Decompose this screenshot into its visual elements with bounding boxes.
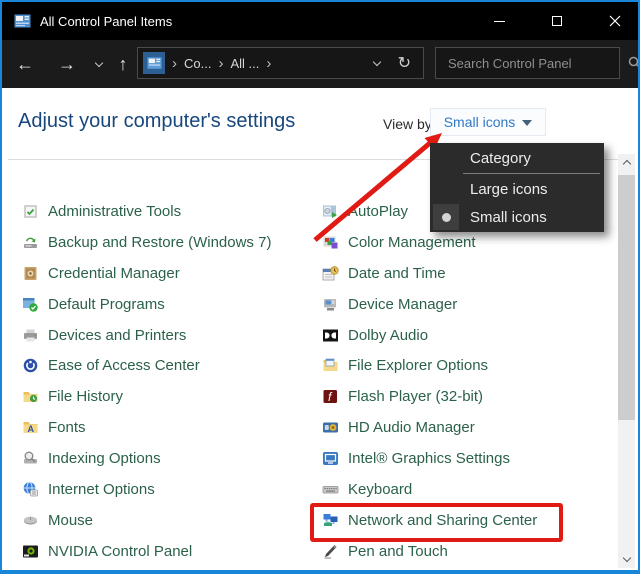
item-nvidia-control-panel[interactable]: NVIDIA Control Panel	[22, 536, 317, 567]
items-column-left: Administrative Tools Backup and Restore …	[22, 196, 317, 567]
administrative-tools-icon	[22, 203, 39, 220]
item-file-history[interactable]: File History	[22, 381, 317, 412]
window-title: All Control Panel Items	[40, 14, 172, 29]
view-by-dropdown[interactable]: Small icons	[430, 108, 546, 136]
maximize-icon	[552, 16, 562, 26]
svg-text:A: A	[28, 424, 35, 434]
forward-icon: →	[58, 54, 76, 75]
navigation-bar: ← → ↑ › Co... › All ... › ↻	[2, 40, 638, 88]
intel-graphics-icon	[322, 450, 339, 467]
search-icon[interactable]	[628, 56, 640, 70]
dolby-audio-icon	[322, 327, 339, 344]
item-indexing-options[interactable]: Indexing Options	[22, 443, 317, 474]
scroll-up-button[interactable]	[618, 154, 635, 171]
mouse-icon	[22, 512, 39, 529]
item-hd-audio-manager[interactable]: HD Audio Manager	[322, 412, 617, 443]
minimize-button[interactable]	[476, 2, 522, 40]
refresh-button[interactable]: ↻	[398, 53, 411, 73]
pen-touch-icon	[322, 543, 339, 560]
credential-manager-icon	[22, 265, 39, 282]
item-ease-of-access[interactable]: Ease of Access Center	[22, 350, 317, 381]
view-by-label: View by:	[383, 116, 436, 132]
control-panel-breadcrumb-icon[interactable]	[143, 52, 165, 74]
item-device-manager[interactable]: Device Manager	[322, 289, 617, 320]
scrollbar-thumb[interactable]	[618, 175, 635, 420]
close-icon	[609, 15, 621, 27]
chevron-down-icon	[95, 58, 103, 66]
item-file-explorer-options[interactable]: File Explorer Options	[322, 350, 617, 381]
file-explorer-options-icon	[322, 357, 339, 374]
menu-item-category[interactable]: Category	[430, 144, 604, 172]
address-bar[interactable]: › Co... › All ... › ↻	[137, 47, 424, 79]
breadcrumb-chevron-icon: ›	[172, 56, 177, 71]
page-title: Adjust your computer's settings	[18, 110, 295, 133]
chevron-down-icon	[622, 554, 630, 562]
breadcrumb-segment-all-items[interactable]: All ...	[230, 56, 259, 71]
menu-item-large-icons[interactable]: Large icons	[430, 175, 604, 203]
autoplay-icon	[322, 203, 339, 220]
hd-audio-manager-icon	[322, 419, 339, 436]
date-time-icon	[322, 265, 339, 282]
nvidia-icon	[22, 543, 39, 560]
window-controls	[464, 2, 638, 40]
internet-options-icon	[22, 481, 39, 498]
item-internet-options[interactable]: Internet Options	[22, 474, 317, 505]
vertical-scrollbar[interactable]	[618, 154, 635, 568]
item-keyboard[interactable]: Keyboard	[322, 474, 617, 505]
close-button[interactable]	[592, 2, 638, 40]
control-panel-icon	[14, 13, 31, 30]
maximize-button[interactable]	[534, 2, 580, 40]
up-button[interactable]: ↑	[110, 40, 136, 88]
titlebar: All Control Panel Items	[2, 2, 638, 40]
fonts-icon: A	[22, 419, 39, 436]
content-area: Adjust your computer's settings View by:…	[2, 88, 638, 570]
back-button[interactable]: ←	[12, 40, 38, 88]
item-dolby-audio[interactable]: Dolby Audio	[322, 320, 617, 351]
item-devices-printers[interactable]: Devices and Printers	[22, 320, 317, 351]
chevron-up-icon	[622, 160, 630, 168]
device-manager-icon	[322, 296, 339, 313]
keyboard-icon	[322, 481, 339, 498]
minimize-icon	[494, 21, 505, 22]
color-management-icon	[322, 234, 339, 251]
view-by-value: Small icons	[444, 114, 516, 130]
menu-separator	[463, 173, 600, 174]
item-backup-restore[interactable]: Backup and Restore (Windows 7)	[22, 227, 317, 258]
breadcrumb-chevron-icon: ›	[218, 56, 223, 71]
ease-of-access-icon	[22, 357, 39, 374]
recent-pages-button[interactable]	[90, 40, 108, 88]
item-date-and-time[interactable]: Date and Time	[322, 258, 617, 289]
control-panel-icon	[147, 56, 162, 71]
default-programs-icon	[22, 296, 39, 313]
search-box	[435, 47, 620, 79]
view-by-menu: Category Large icons Small icons	[430, 143, 604, 232]
item-intel-graphics-settings[interactable]: Intel® Graphics Settings	[322, 443, 617, 474]
control-panel-window: All Control Panel Items ← → ↑	[0, 0, 640, 574]
item-mouse[interactable]: Mouse	[22, 505, 317, 536]
item-credential-manager[interactable]: Credential Manager	[22, 258, 317, 289]
indexing-options-icon	[22, 450, 39, 467]
forward-button[interactable]: →	[54, 40, 80, 88]
item-fonts[interactable]: A Fonts	[22, 412, 317, 443]
item-administrative-tools[interactable]: Administrative Tools	[22, 196, 317, 227]
item-flash-player[interactable]: f Flash Player (32-bit)	[322, 381, 617, 412]
back-icon: ←	[16, 54, 34, 75]
item-default-programs[interactable]: Default Programs	[22, 289, 317, 320]
search-input[interactable]	[436, 56, 624, 71]
devices-printers-icon	[22, 327, 39, 344]
breadcrumb-chevron-icon: ›	[266, 56, 271, 71]
annotation-highlight-rectangle	[310, 503, 563, 542]
selected-radio-icon	[433, 204, 459, 230]
up-icon: ↑	[119, 54, 128, 75]
flash-player-icon: f	[322, 388, 339, 405]
menu-item-small-icons[interactable]: Small icons	[430, 203, 604, 231]
caret-down-icon	[522, 120, 532, 126]
backup-restore-icon	[22, 234, 39, 251]
breadcrumb-segment-control-panel[interactable]: Co...	[184, 56, 211, 71]
address-dropdown-icon[interactable]	[372, 57, 380, 65]
file-history-icon	[22, 388, 39, 405]
scroll-down-button[interactable]	[618, 551, 635, 568]
